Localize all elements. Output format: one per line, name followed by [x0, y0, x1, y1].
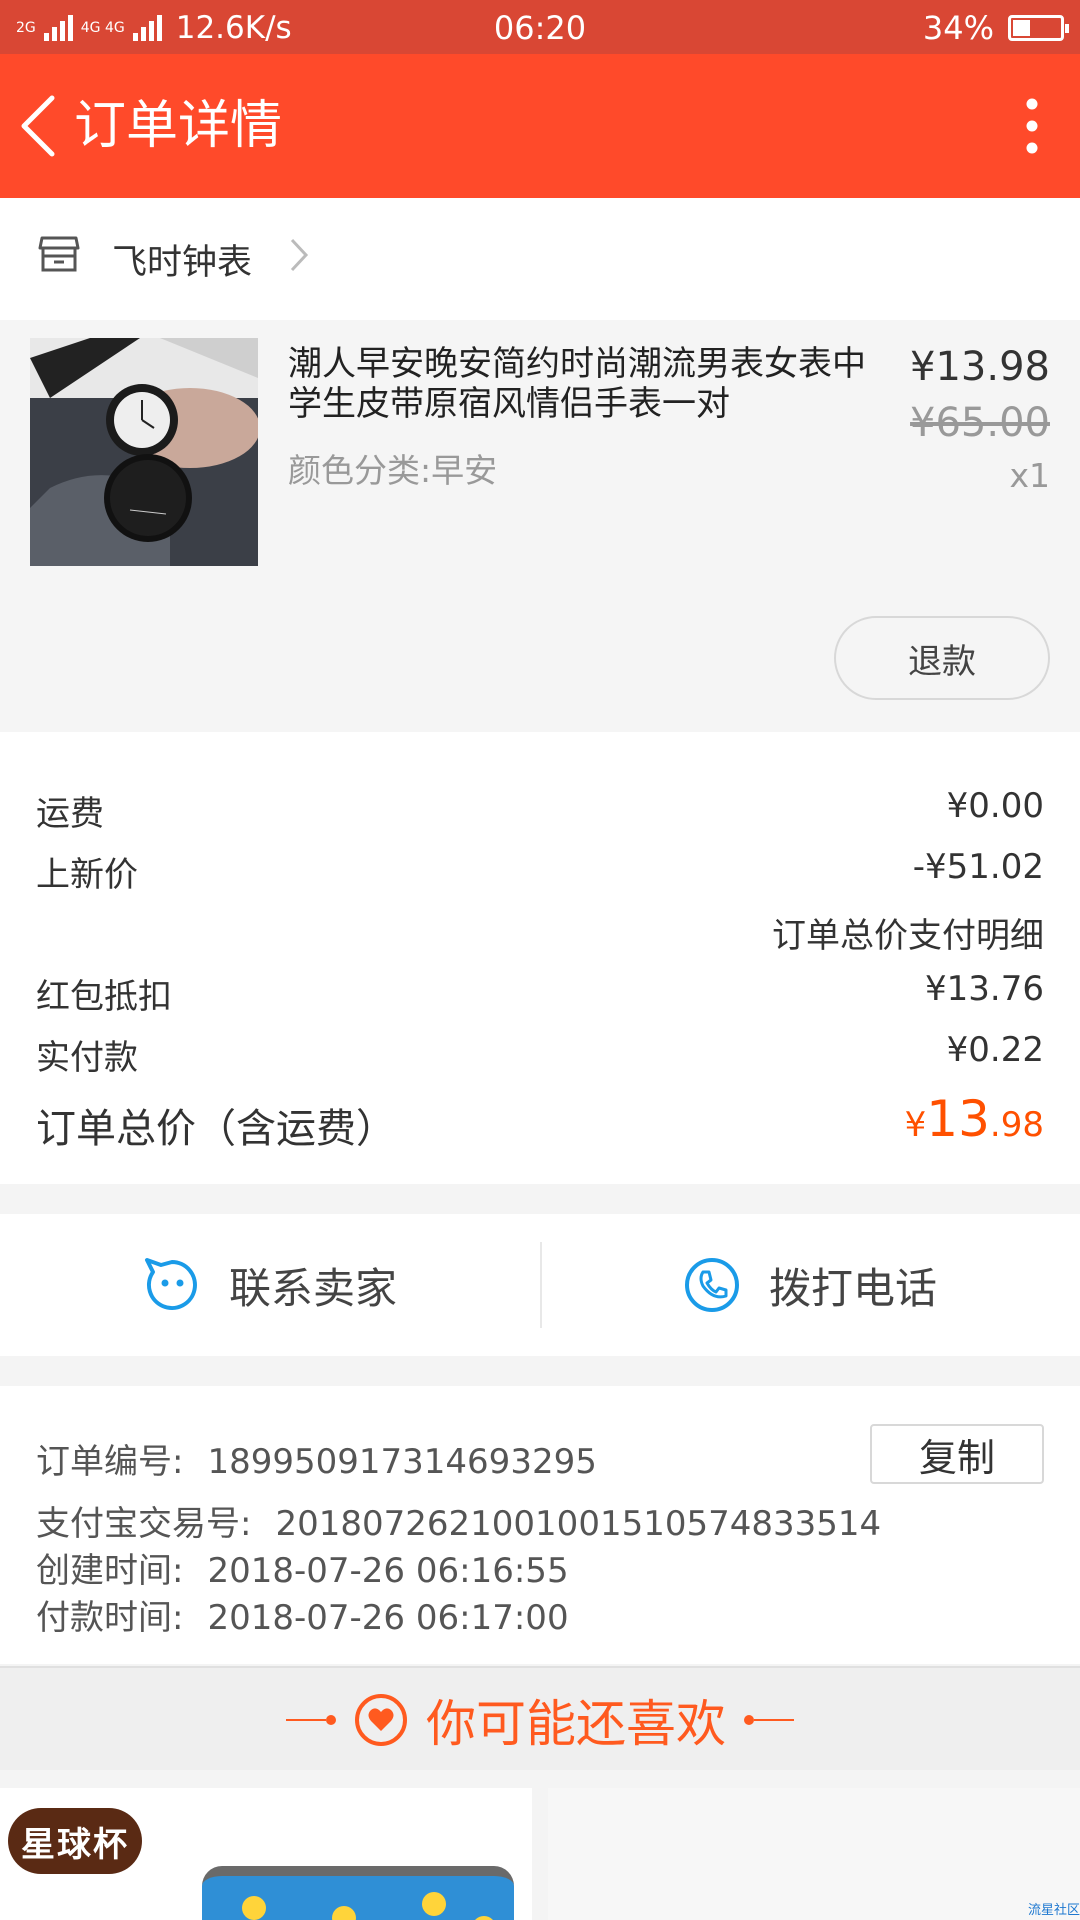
- price-breakdown: 运费 ¥0.00 上新价 -¥51.02 订单总价支付明细 红包抵扣 ¥13.7…: [0, 732, 1080, 1184]
- cost-label: 实付款: [36, 1038, 138, 1078]
- cost-label: 上新价: [36, 855, 138, 895]
- created-time-row: 创建时间: 2018-07-26 06:16:55: [36, 1543, 569, 1592]
- contact-seller-button[interactable]: 联系卖家: [0, 1214, 540, 1356]
- page-title: 订单详情: [74, 96, 283, 156]
- battery-percent: 34%: [922, 9, 994, 47]
- status-bar: 2G 4G 4G 12.6K/s 06:20 34%: [0, 0, 1080, 54]
- call-phone-label: 拨打电话: [768, 1263, 937, 1313]
- contact-seller-label: 联系卖家: [228, 1263, 397, 1313]
- store-icon: [38, 236, 80, 272]
- contact-bar: 联系卖家 拨打电话: [0, 1214, 1080, 1356]
- cost-row-payment-detail: 订单总价支付明细: [36, 908, 1044, 958]
- recommend-title: 你可能还喜欢: [426, 1695, 726, 1753]
- order-number-label: 订单编号:: [36, 1442, 184, 1482]
- order-total-row: 订单总价（含运费） ¥13.98: [36, 1090, 1044, 1160]
- currency-symbol: ¥: [904, 1105, 927, 1145]
- cost-row-paid: 实付款 ¥0.22: [36, 1030, 1044, 1080]
- order-number-row: 订单编号: 189950917314693295: [36, 1434, 597, 1483]
- payment-detail-link[interactable]: 订单总价支付明细: [772, 908, 1044, 957]
- brand-logo: 星球杯: [8, 1808, 142, 1874]
- cost-value: ¥0.00: [946, 786, 1044, 826]
- total-decimal: .98: [989, 1105, 1044, 1145]
- product-price: ¥13.98: [910, 344, 1050, 390]
- call-phone-button[interactable]: 拨打电话: [540, 1214, 1080, 1356]
- order-info: 订单编号: 189950917314693295 复制 支付宝交易号: 201807…: [0, 1386, 1080, 1664]
- cost-value: -¥51.02: [912, 847, 1044, 887]
- order-number-value: 189950917314693295: [207, 1442, 597, 1482]
- paid-time-label: 付款时间:: [36, 1598, 184, 1638]
- cost-value: ¥13.76: [925, 969, 1044, 1009]
- total-integer: 13: [926, 1090, 990, 1148]
- alipay-number-label: 支付宝交易号:: [36, 1504, 252, 1544]
- more-options-icon[interactable]: [1020, 98, 1044, 154]
- clock: 06:20: [493, 9, 587, 47]
- order-item: 潮人早安晚安简约时尚潮流男表女表中学生皮带原宿风情侣手表一对 颜色分类:早安 ¥…: [0, 320, 1080, 732]
- created-time-value: 2018-07-26 06:16:55: [207, 1551, 569, 1591]
- chevron-right-icon: [290, 238, 309, 272]
- alipay-number-row: 支付宝交易号: 2018072621001001510574833514: [36, 1496, 881, 1545]
- shop-row[interactable]: 飞时钟表: [0, 198, 1080, 320]
- phone-icon: [684, 1258, 739, 1312]
- recommend-card[interactable]: [548, 1788, 1080, 1920]
- product-image: [202, 1866, 514, 1920]
- created-time-label: 创建时间:: [36, 1551, 184, 1591]
- product-image[interactable]: [30, 338, 258, 566]
- cost-value: ¥0.22: [946, 1030, 1044, 1070]
- copy-button[interactable]: 复制: [870, 1424, 1044, 1484]
- recommend-grid: 星球杯 流星社区: [0, 1770, 1080, 1920]
- order-total-label: 订单总价（含运费）: [36, 1106, 396, 1152]
- cost-label: 运费: [36, 794, 104, 834]
- recommend-header: 你可能还喜欢: [0, 1666, 1080, 1770]
- cost-row-shipping: 运费 ¥0.00: [36, 786, 1044, 836]
- nav-bar: 订单详情: [0, 54, 1080, 198]
- product-original-price: ¥65.00: [910, 400, 1050, 446]
- cost-row-red-packet: 红包抵扣 ¥13.76: [36, 969, 1044, 1019]
- shop-name: 飞时钟表: [112, 243, 253, 283]
- product-quantity: x1: [1009, 456, 1050, 495]
- back-arrow-icon[interactable]: [18, 94, 58, 158]
- watermark: 流星社区: [1027, 1903, 1080, 1918]
- refund-button[interactable]: 退款: [834, 616, 1050, 700]
- decor-dash-left: [286, 1715, 336, 1725]
- paid-time-value: 2018-07-26 06:17:00: [207, 1598, 569, 1638]
- recommend-card[interactable]: 星球杯: [0, 1788, 532, 1920]
- order-total-value: ¥13.98: [905, 1090, 1044, 1148]
- battery-group: 34%: [922, 9, 1069, 47]
- chat-face-icon: [144, 1258, 197, 1310]
- alipay-number-value: 2018072621001001510574833514: [275, 1504, 882, 1544]
- product-sku: 颜色分类:早安: [288, 451, 498, 490]
- heart-circle-icon: [355, 1694, 407, 1746]
- cost-label: 红包抵扣: [36, 977, 172, 1017]
- paid-time-row: 付款时间: 2018-07-26 06:17:00: [36, 1590, 569, 1639]
- cost-row-new-price: 上新价 -¥51.02: [36, 847, 1044, 897]
- product-title[interactable]: 潮人早安晚安简约时尚潮流男表女表中学生皮带原宿风情侣手表一对: [288, 344, 878, 424]
- battery-icon: [1008, 15, 1069, 41]
- decor-dash-right: [744, 1715, 794, 1725]
